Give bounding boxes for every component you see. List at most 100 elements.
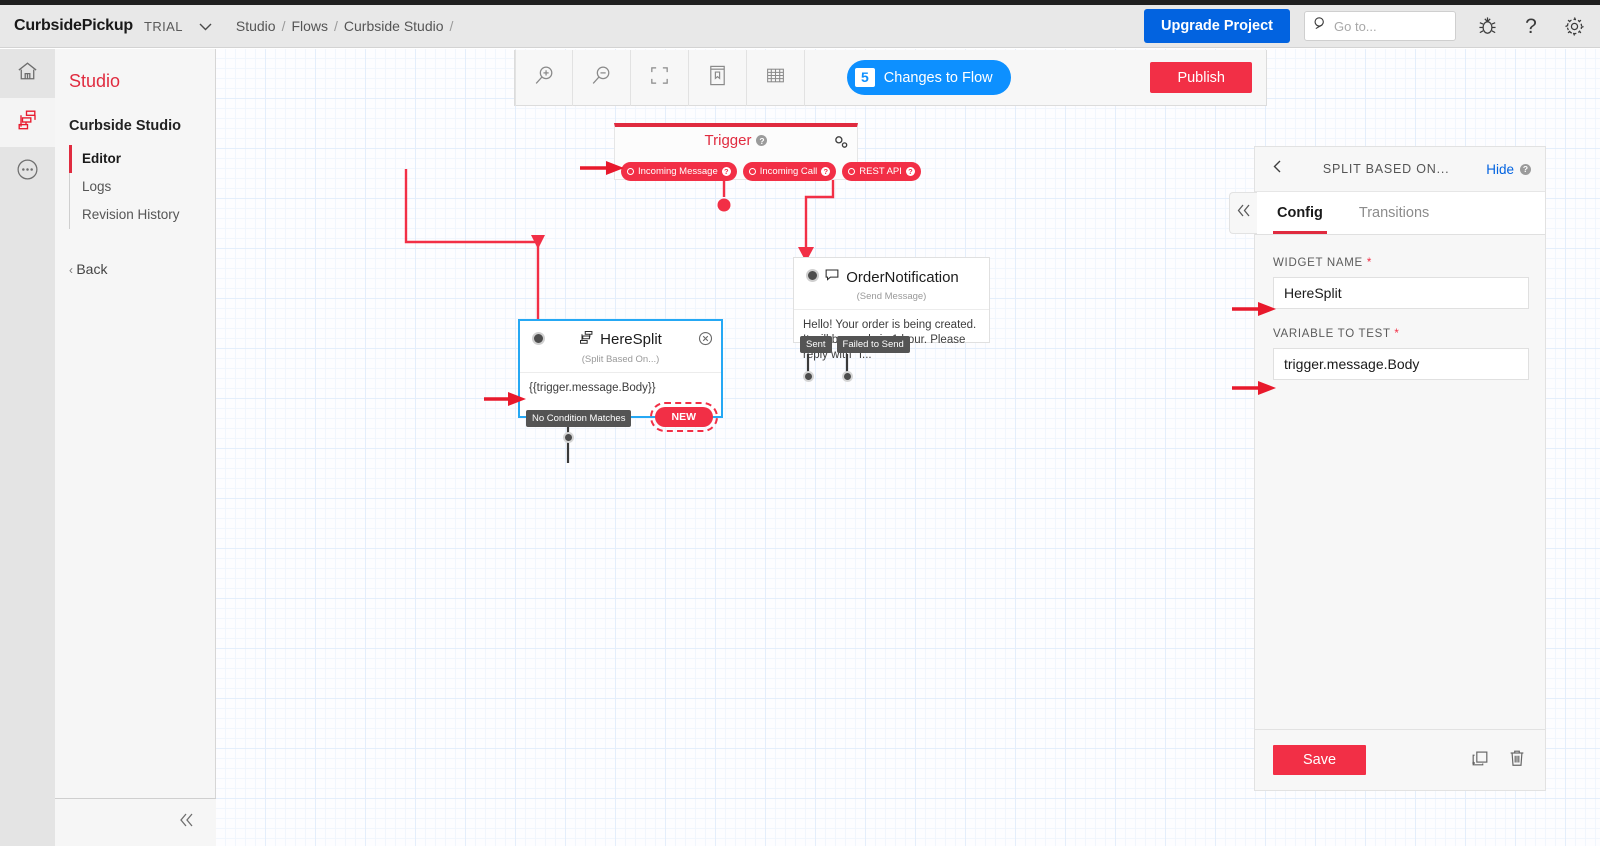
settings-gear-icon[interactable]	[1563, 15, 1586, 38]
add-new-condition-button[interactable]: NEW	[649, 402, 718, 432]
close-circle-icon[interactable]	[698, 331, 713, 351]
send-widget-header: OrderNotification	[794, 258, 989, 292]
panel-tabs: Config Transitions	[1255, 192, 1545, 235]
help-circle-icon[interactable]: ?	[821, 167, 831, 176]
split-widget-title-row: HereSplit	[520, 321, 721, 349]
changes-count-badge: 5	[855, 68, 875, 87]
upgrade-project-button[interactable]: Upgrade Project	[1144, 9, 1290, 43]
trigger-transition-incoming-call[interactable]: Incoming Call ?	[742, 162, 837, 181]
double-gear-icon[interactable]	[833, 134, 849, 155]
trigger-transition-rest-api[interactable]: REST API ?	[842, 162, 921, 181]
search-icon	[1313, 16, 1328, 36]
left-icon-rail	[0, 49, 55, 846]
grid-button[interactable]	[747, 49, 805, 106]
send-message-widget[interactable]: OrderNotification (Send Message) Hello! …	[793, 257, 990, 361]
panel-collapse-button[interactable]	[1229, 192, 1257, 234]
panel-header: SPLIT BASED ON... Hide ?	[1255, 147, 1545, 192]
panel-hide-button[interactable]: Hide	[1486, 162, 1514, 177]
widget-name-label: WIDGET NAME *	[1273, 257, 1527, 269]
variable-to-test-label: VARIABLE TO TEST *	[1273, 328, 1527, 340]
plan-badge: TRIAL	[144, 18, 183, 34]
rail-item-studio[interactable]	[0, 98, 55, 147]
sidebar-back-link[interactable]: ‹ Back	[55, 229, 215, 277]
changes-to-flow-button[interactable]: 5 Changes to Flow	[847, 60, 1011, 95]
widget-name-input[interactable]	[1273, 277, 1529, 309]
split-widget-subtitle: (Split Based On...)	[581, 354, 660, 365]
save-button[interactable]: Save	[1273, 745, 1367, 775]
widget-config-panel: SPLIT BASED ON... Hide ? Config Transiti…	[1229, 146, 1546, 791]
zoom-out-button[interactable]	[573, 49, 631, 106]
home-icon	[16, 60, 39, 88]
fit-to-screen-button[interactable]	[631, 49, 689, 106]
breadcrumb: Studio / Flows / Curbside Studio /	[236, 18, 460, 34]
split-widget-expression: {{trigger.message.Body}}	[520, 372, 721, 396]
panel-footer-icons	[1470, 748, 1527, 773]
zoom-in-icon	[532, 63, 557, 93]
input-port[interactable]	[532, 332, 545, 345]
split-default-endpoint[interactable]	[563, 432, 574, 443]
delete-trash-icon[interactable]	[1507, 748, 1527, 773]
zoom-in-button[interactable]	[515, 49, 573, 106]
bug-icon[interactable]	[1476, 15, 1499, 38]
send-failed-endpoint[interactable]	[842, 371, 853, 382]
sidebar-item-editor[interactable]: Editor	[69, 145, 215, 173]
split-widget[interactable]: HereSplit (Split Based On...) {{trigger.…	[518, 319, 723, 432]
panel-form: WIDGET NAME * VARIABLE TO TEST *	[1255, 235, 1545, 729]
studio-flow-editor-page: CurbsidePickup TRIAL Studio / Flows / Cu…	[0, 0, 1600, 846]
send-widget-title-row: OrderNotification	[794, 258, 989, 287]
panel-footer: Save	[1255, 729, 1545, 790]
brand-project-name: CurbsidePickup	[14, 17, 134, 34]
split-output-no-condition-matches[interactable]: No Condition Matches	[526, 410, 632, 427]
duplicate-icon[interactable]	[1470, 748, 1490, 773]
sidebar-title: Studio	[69, 71, 121, 91]
studio-sidebar: Studio Curbside Studio Editor Logs Revis…	[55, 49, 216, 846]
breadcrumb-item-studio[interactable]: Studio	[236, 18, 276, 34]
send-output-sent[interactable]: Sent	[800, 336, 832, 353]
help-circle-icon[interactable]: ?	[905, 167, 915, 176]
breadcrumb-item-curbside-studio[interactable]: Curbside Studio	[344, 18, 444, 34]
required-marker: *	[1394, 328, 1400, 340]
trigger-widget-title: Trigger	[704, 132, 752, 149]
send-output-failed-to-send[interactable]: Failed to Send	[836, 336, 910, 353]
chevron-down-icon[interactable]	[197, 18, 214, 35]
trigger-widget[interactable]: Trigger ? Incoming Message ? Incoming Ca…	[614, 123, 921, 181]
rail-item-more[interactable]	[0, 147, 55, 196]
sidebar-item-revision-history[interactable]: Revision History	[69, 201, 215, 229]
chevron-left-icon[interactable]	[1269, 158, 1286, 180]
publish-button[interactable]: Publish	[1150, 62, 1252, 93]
variable-to-test-input[interactable]	[1273, 348, 1529, 380]
sidebar-project-name: Curbside Studio	[69, 118, 181, 134]
tab-transitions[interactable]: Transitions	[1355, 192, 1433, 234]
output-port-icon	[848, 168, 856, 175]
help-circle-icon[interactable]: ?	[1520, 163, 1531, 175]
sidebar-collapse-button[interactable]	[55, 798, 216, 846]
library-button[interactable]	[689, 49, 747, 106]
transition-label: Incoming Call	[759, 166, 818, 177]
output-port-icon	[748, 168, 756, 175]
breadcrumb-sep-1: /	[281, 18, 286, 34]
message-bubble-icon	[824, 267, 840, 287]
output-port-icon	[627, 168, 634, 175]
help-icon[interactable]: ?	[1519, 14, 1543, 38]
app-header: CurbsidePickup TRIAL Studio / Flows / Cu…	[0, 5, 1600, 48]
tab-config[interactable]: Config	[1273, 192, 1327, 234]
input-port[interactable]	[806, 269, 819, 282]
trigger-transition-incoming-message[interactable]: Incoming Message ?	[621, 162, 737, 181]
sidebar-item-logs[interactable]: Logs	[69, 173, 215, 201]
svg-text:?: ?	[1525, 15, 1537, 38]
help-circle-icon[interactable]: ?	[721, 167, 731, 176]
double-chevron-left-icon	[176, 811, 198, 834]
send-sent-endpoint[interactable]	[803, 371, 814, 382]
global-search[interactable]	[1304, 11, 1456, 41]
field-label-text: VARIABLE TO TEST	[1273, 328, 1391, 340]
breadcrumb-sep-3: /	[449, 18, 454, 34]
search-input[interactable]	[1334, 18, 1447, 34]
transition-label: REST API	[859, 166, 902, 177]
split-widget-name: HereSplit	[600, 331, 662, 348]
breadcrumb-item-flows[interactable]: Flows	[291, 18, 328, 34]
send-widget-name: OrderNotification	[846, 268, 959, 286]
studio-flow-icon	[16, 108, 40, 137]
sidebar-nav-list: Editor Logs Revision History	[69, 145, 215, 229]
help-circle-icon[interactable]: ?	[756, 135, 768, 146]
rail-item-home[interactable]	[0, 49, 55, 98]
